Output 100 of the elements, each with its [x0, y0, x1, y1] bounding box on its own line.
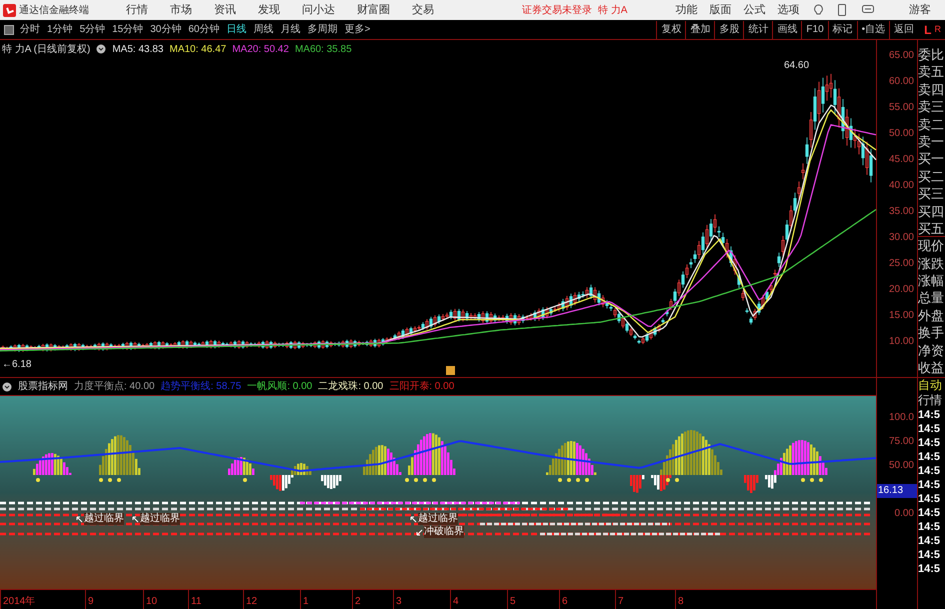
period-tab[interactable]: 多周期: [308, 22, 338, 37]
quote-field-label: 买三: [918, 185, 945, 203]
quote-field-label: 涨跌: [918, 254, 945, 272]
quote-field-label: 买四: [918, 202, 945, 220]
period-tab[interactable]: 60分钟: [188, 22, 220, 37]
price-axis-label: 50.00: [888, 128, 914, 141]
arrow-icon: [76, 516, 83, 522]
trade-time: 14:5: [918, 408, 942, 422]
chart-title: 特 力A (日线前复权): [2, 42, 90, 56]
menu-item[interactable]: 问小达: [302, 2, 335, 18]
arrow-icon: [132, 516, 139, 522]
period-tab[interactable]: 5分钟: [80, 22, 106, 37]
toolbar-button[interactable]: 返回: [889, 20, 918, 38]
moving-average-value: MA20: 50.42: [232, 42, 289, 56]
tool-menu-item[interactable]: 公式: [743, 2, 766, 18]
toolbar-button[interactable]: 统计: [743, 20, 772, 38]
quote-tab[interactable]: 行情: [918, 393, 945, 408]
indicator-axis-label: 50.00: [888, 460, 915, 473]
date-axis-label: 8: [678, 595, 684, 609]
period-tab[interactable]: 1分钟: [47, 22, 73, 37]
quote-field-label: 总量: [918, 289, 945, 307]
indicator-value: 趋势平衡线: 58.75: [160, 380, 242, 394]
price-axis-label: 40.00: [888, 180, 914, 193]
settings-icon[interactable]: [96, 44, 106, 54]
menu-item[interactable]: 市场: [170, 2, 192, 18]
trade-time: 14:5: [918, 548, 942, 562]
date-axis-label: 10: [146, 595, 158, 609]
date-axis-label: 11: [191, 595, 202, 609]
quote-field-label: 卖三: [918, 98, 945, 116]
toolbar-button[interactable]: F10: [801, 20, 828, 38]
signal-label: 越过临界: [84, 513, 124, 525]
trade-time: 14:5: [918, 492, 942, 506]
toolbar-button[interactable]: 画线: [772, 20, 802, 38]
settings-icon[interactable]: [2, 382, 12, 392]
quote-field-label: 换手: [918, 324, 945, 342]
menu-item[interactable]: 交易: [412, 2, 434, 18]
period-tab[interactable]: 分时: [20, 22, 40, 37]
menu-item[interactable]: 发现: [258, 2, 280, 18]
period-tab[interactable]: 日线: [226, 22, 246, 37]
menu-item[interactable]: 行情: [126, 2, 148, 18]
quote-tab[interactable]: 自动: [918, 378, 945, 393]
trade-time: 14:5: [918, 422, 942, 436]
tool-menu-item[interactable]: 版面: [709, 2, 732, 18]
trade-time: 14:5: [918, 450, 942, 464]
price-axis-label: 45.00: [888, 154, 914, 167]
price-axis-label: 55.00: [888, 102, 914, 115]
phone-icon[interactable]: [838, 4, 846, 16]
toolbar-button[interactable]: •自选: [856, 20, 890, 38]
indicator-axis-label: 100.0: [888, 412, 915, 425]
quote-field-label: 卖五: [918, 63, 945, 81]
period-tab[interactable]: 30分钟: [150, 22, 182, 37]
date-axis-label: 1: [303, 595, 309, 609]
toolbar-button[interactable]: 叠加: [685, 20, 714, 38]
user-label: 游客: [909, 2, 931, 18]
period-tab[interactable]: 更多>: [344, 22, 370, 37]
stock-name: 特 力A: [598, 4, 628, 18]
toolbar-button[interactable]: 复权: [656, 20, 686, 38]
indicator-axis-label: 75.00: [888, 436, 915, 449]
price-axis-label: 15.00: [888, 310, 914, 323]
lightbulb-icon[interactable]: [813, 4, 824, 16]
moving-average-value: MA60: 35.85: [294, 42, 352, 56]
period-tab[interactable]: 15分钟: [112, 22, 144, 37]
quote-field-label: 净资: [918, 342, 945, 360]
quote-field-label: 委比: [918, 46, 945, 64]
current-value-label: 16.13: [877, 484, 917, 498]
menu-item[interactable]: 财富圈: [357, 2, 390, 18]
date-axis-label: 6: [562, 595, 568, 609]
indicator-name: 股票指标网: [18, 380, 68, 394]
app-logo-icon: [3, 4, 16, 16]
quote-field-label: 买一: [918, 150, 945, 168]
quote-field-label: 卖四: [918, 80, 945, 98]
period-tab[interactable]: 月线: [280, 22, 300, 37]
price-axis-label: 25.00: [888, 258, 914, 271]
quote-field-label: 收益: [918, 359, 945, 376]
indicator-value: 力度平衡点: 40.00: [74, 380, 155, 394]
trade-time: 14:5: [918, 478, 942, 492]
trade-time: 14:5: [918, 464, 942, 478]
arrow-icon: [410, 516, 417, 522]
price-axis-label: 35.00: [888, 206, 914, 219]
period-tab[interactable]: 周线: [254, 22, 274, 37]
date-axis-label: 2014年: [3, 595, 36, 609]
message-icon[interactable]: [862, 5, 874, 15]
square-icon[interactable]: [4, 24, 14, 34]
price-axis-label: 30.00: [888, 232, 914, 245]
price-axis-label: 10.00: [888, 336, 914, 349]
quote-field-label: 现价: [918, 237, 945, 255]
date-axis-label: 5: [510, 595, 516, 609]
tool-menu-item[interactable]: 功能: [675, 2, 698, 18]
quote-field-label: 买五: [918, 220, 945, 238]
high-price-label: 64.60: [784, 59, 810, 73]
quote-field-label: 外盘: [918, 306, 945, 324]
trade-time: 14:5: [918, 520, 942, 534]
price-axis-label: 65.00: [888, 50, 914, 63]
tool-menu-item[interactable]: 选项: [777, 2, 800, 18]
signal-label: 越过临界: [418, 513, 458, 525]
event-marker-icon: [446, 366, 455, 375]
toolbar-button[interactable]: 标记: [828, 20, 857, 38]
menu-item[interactable]: 资讯: [214, 2, 236, 18]
toolbar-button[interactable]: 多股: [714, 20, 744, 38]
trade-time: 14:5: [918, 436, 942, 450]
